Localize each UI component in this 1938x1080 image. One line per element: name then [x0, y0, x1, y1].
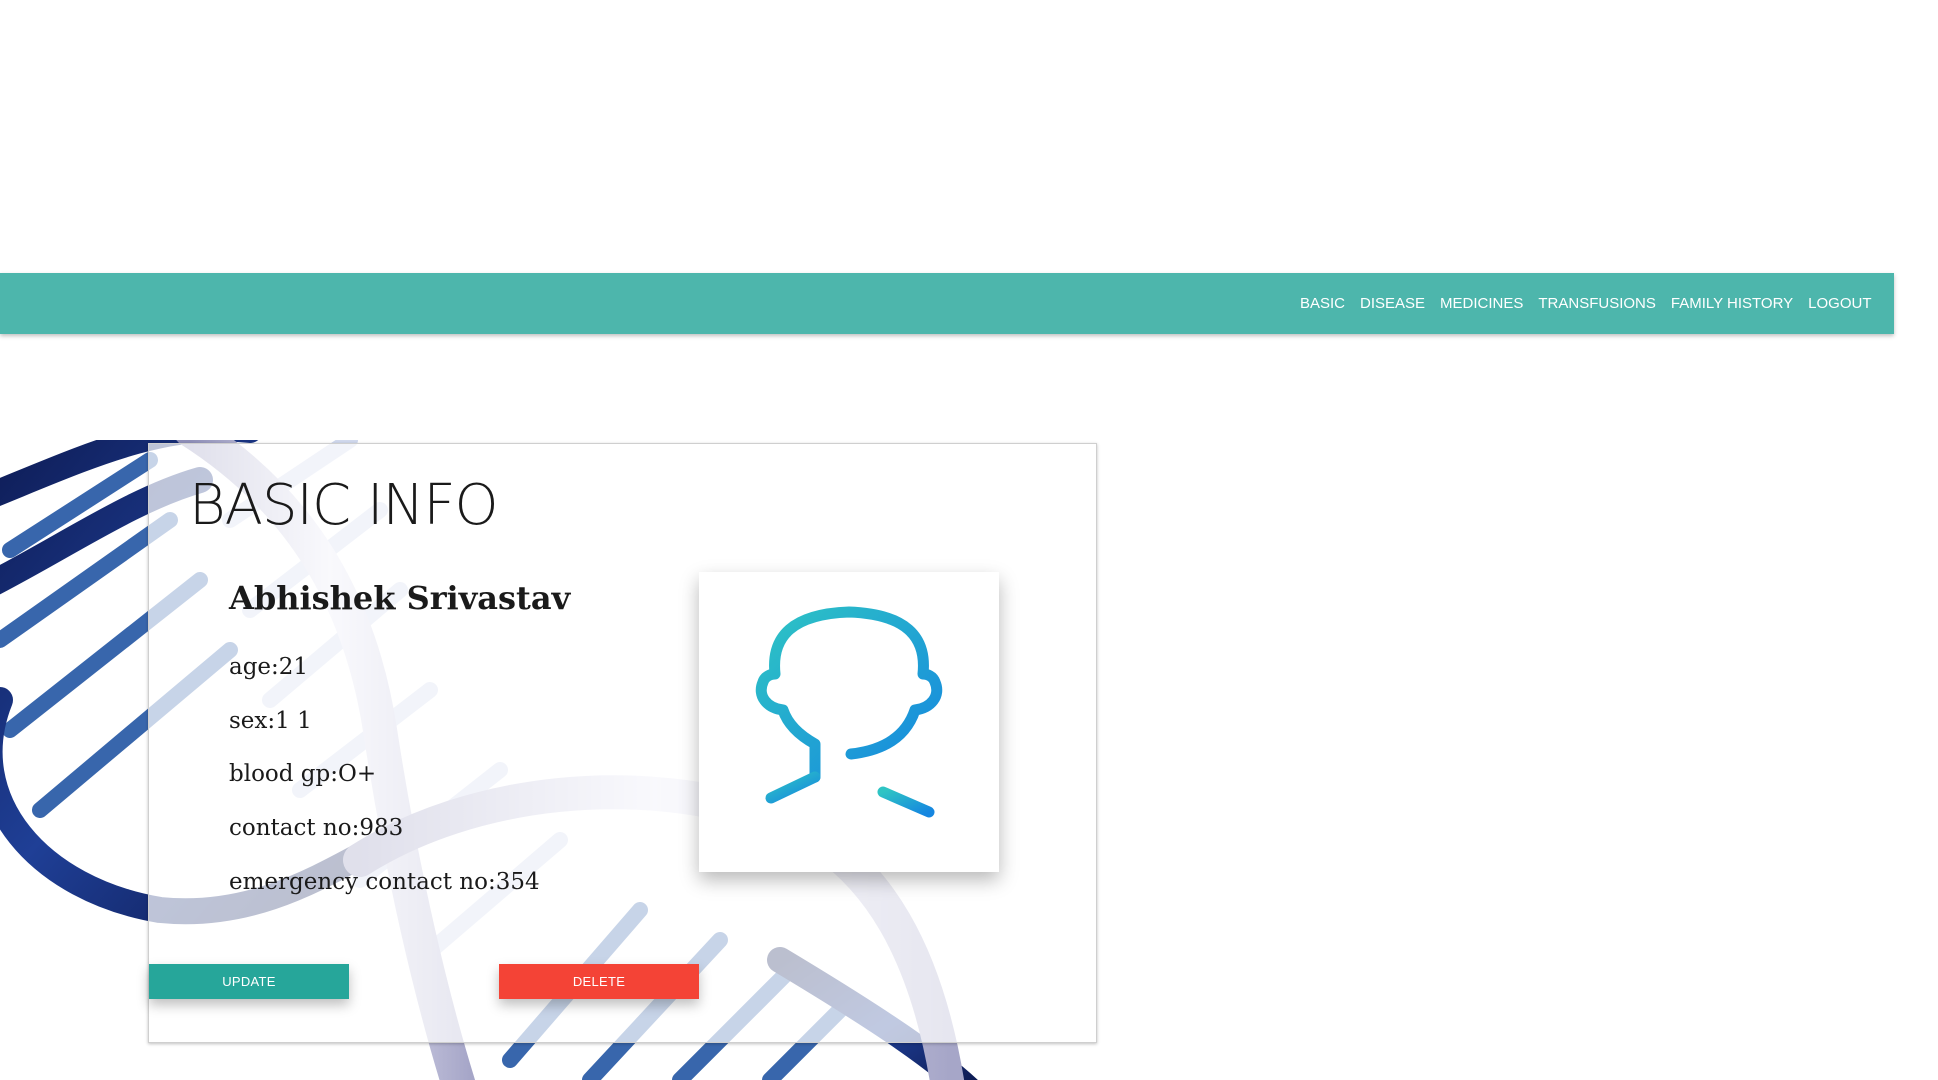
nav-item-family-history[interactable]: FAMILY HISTORY	[1663, 295, 1800, 312]
age-field: age:21	[229, 654, 309, 680]
avatar	[699, 572, 999, 872]
delete-button[interactable]: DELETE	[499, 964, 699, 999]
nav-item-disease[interactable]: DISEASE	[1353, 295, 1433, 312]
emergency-contact-field: emergency contact no:354	[229, 869, 540, 895]
nav-item-logout[interactable]: LOGOUT	[1801, 295, 1879, 312]
user-profile-icon	[755, 606, 943, 818]
blood-group-field: blood gp:O+	[229, 761, 377, 787]
nav-item-transfusions[interactable]: TRANSFUSIONS	[1531, 295, 1664, 312]
nav-item-basic[interactable]: BASIC	[1292, 295, 1352, 312]
update-button[interactable]: UPDATE	[149, 964, 349, 999]
card-title: BASIC INFO	[189, 473, 499, 538]
page: BASIC DISEASE MEDICINES TRANSFUSIONS FAM…	[0, 0, 1938, 1080]
patient-name: Abhishek Srivastav	[229, 579, 571, 617]
sex-field: sex:1 1	[229, 708, 312, 734]
contact-field: contact no:983	[229, 815, 404, 841]
basic-info-card: BASIC INFO Abhishek Srivastav age:21 sex…	[148, 443, 1097, 1043]
nav-item-medicines[interactable]: MEDICINES	[1433, 295, 1531, 312]
nav-menu: BASIC DISEASE MEDICINES TRANSFUSIONS FAM…	[1292, 295, 1894, 312]
top-navbar: BASIC DISEASE MEDICINES TRANSFUSIONS FAM…	[0, 273, 1894, 334]
